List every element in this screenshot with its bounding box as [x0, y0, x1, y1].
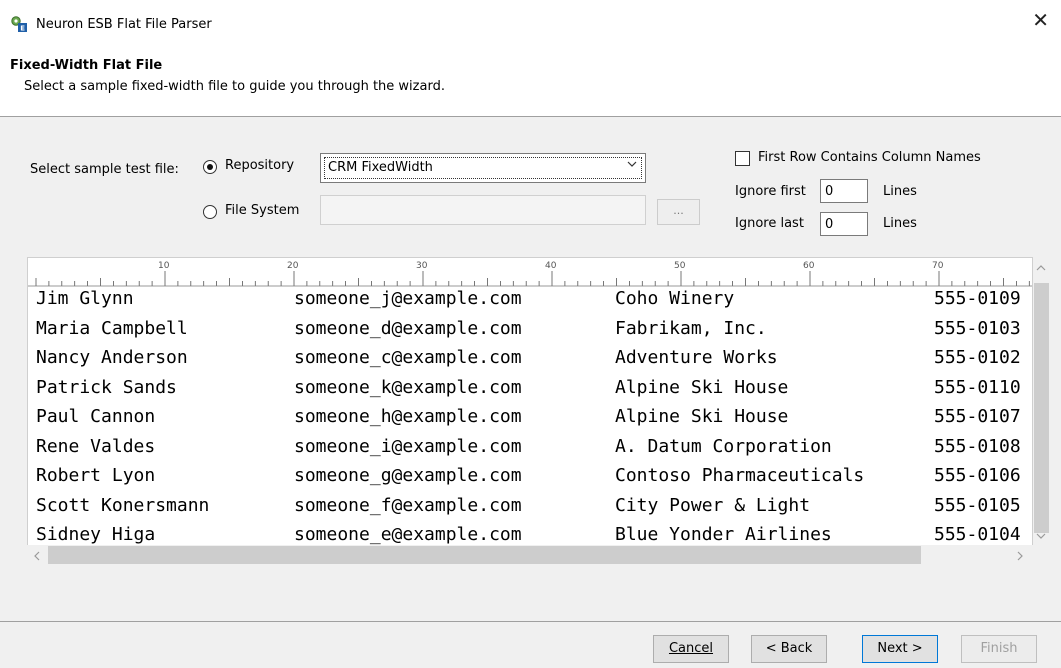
filesystem-label[interactable]: File System [225, 203, 299, 218]
column-ruler[interactable]: 10 20 30 40 50 60 70 [28, 258, 1032, 288]
footer-divider [0, 621, 1061, 622]
first-row-checkbox[interactable] [735, 151, 750, 166]
scroll-down-icon[interactable] [1036, 530, 1046, 543]
lines-label-1: Lines [883, 184, 917, 199]
preview-cell-company: City Power & Light [615, 494, 811, 516]
preview-cell-email: someone_j@example.com [294, 288, 522, 309]
cancel-button[interactable]: Cancel [653, 635, 729, 663]
title-bar: E Neuron ESB Flat File Parser ✕ [0, 0, 1061, 40]
scroll-right-icon[interactable] [1016, 551, 1024, 564]
next-button[interactable]: Next > [862, 635, 938, 663]
preview-cell-phone: 555-0110 [934, 376, 1021, 398]
close-icon[interactable]: ✕ [1032, 10, 1049, 30]
preview-cell-phone: 555-0108 [934, 435, 1021, 457]
preview-cell-name: Scott Konersmann [36, 494, 210, 516]
ignore-last-field[interactable] [825, 214, 865, 234]
ignore-first-label: Ignore first [735, 184, 806, 199]
finish-button-label: Finish [980, 641, 1018, 656]
preview-cell-name: Sidney Higa [36, 524, 156, 545]
preview-text: Jim Glynn someone_j@example.com Coho Winer… [28, 288, 1032, 548]
ruler-label: 30 [416, 261, 428, 271]
preview-cell-phone: 555-0106 [934, 465, 1021, 486]
preview-cell-name: Patrick Sands [36, 376, 177, 398]
preview-cell-phone: 555-0102 [934, 347, 1021, 368]
preview-cell-phone: 555-0105 [934, 494, 1021, 516]
preview-cell-email: someone_i@example.com [294, 435, 522, 457]
scroll-left-icon[interactable] [33, 551, 41, 564]
next-button-label: Next > [877, 641, 923, 656]
ignore-first-input[interactable] [820, 179, 868, 203]
ruler-label: 10 [158, 261, 170, 271]
ruler-label: 60 [803, 261, 815, 271]
preview-cell-name: Nancy Anderson [36, 347, 188, 368]
repository-label[interactable]: Repository [225, 158, 294, 173]
preview-cell-company: Adventure Works [615, 347, 778, 368]
preview-cell-phone: 555-0104 [934, 524, 1021, 545]
preview-cell-phone: 555-0109 [934, 288, 1021, 309]
lines-label-2: Lines [883, 216, 917, 231]
first-row-label[interactable]: First Row Contains Column Names [758, 150, 981, 165]
horizontal-scroll-thumb[interactable] [48, 546, 921, 564]
ruler-label: 50 [674, 261, 686, 271]
select-sample-label: Select sample test file: [30, 162, 179, 177]
ignore-last-label: Ignore last [735, 216, 804, 231]
wizard-header: Fixed-Width Flat File Select a sample fi… [0, 40, 1061, 117]
file-preview[interactable]: 10 20 30 40 50 60 70 Jim Glynn someone_j@exampl… [27, 257, 1033, 567]
vertical-scroll-thumb[interactable] [1034, 283, 1049, 533]
preview-cell-name: Rene Valdes [36, 435, 156, 457]
preview-cell-email: someone_g@example.com [294, 465, 522, 486]
cancel-button-label: Cancel [668, 641, 714, 656]
ignore-last-input[interactable] [820, 212, 868, 236]
preview-cell-phone: 555-0107 [934, 406, 1021, 427]
preview-cell-company: Blue Yonder Airlines [615, 524, 832, 545]
preview-cell-company: Alpine Ski House [615, 406, 789, 427]
filesystem-radio[interactable] [203, 205, 217, 219]
ruler-label: 40 [545, 261, 557, 271]
preview-cell-email: someone_c@example.com [294, 347, 522, 368]
window-title: Neuron ESB Flat File Parser [36, 17, 212, 32]
preview-cell-company: A. Datum Corporation [615, 435, 832, 457]
page-title: Fixed-Width Flat File [10, 58, 163, 73]
ruler-label: 20 [287, 261, 299, 271]
repository-radio[interactable] [203, 160, 217, 174]
preview-cell-company: Alpine Ski House [615, 376, 789, 398]
preview-cell-name: Maria Campbell [36, 317, 188, 339]
scroll-up-icon[interactable] [1036, 262, 1046, 275]
back-button-label: < Back [765, 641, 813, 656]
svg-text:E: E [20, 25, 25, 33]
preview-cell-name: Jim Glynn [36, 288, 134, 309]
ruler-ticks: 10 20 30 40 50 60 70 [28, 261, 1032, 287]
preview-cell-phone: 555-0103 [934, 317, 1021, 339]
preview-cell-email: someone_e@example.com [294, 524, 522, 545]
page-subtitle: Select a sample fixed-width file to guid… [24, 79, 445, 94]
browse-button[interactable]: ... [657, 199, 700, 225]
back-button[interactable]: < Back [751, 635, 827, 663]
preview-cell-company: Fabrikam, Inc. [615, 317, 767, 339]
preview-cell-email: someone_f@example.com [294, 494, 522, 516]
preview-cell-company: Contoso Pharmaceuticals [615, 465, 865, 486]
preview-cell-email: someone_d@example.com [294, 317, 522, 339]
chevron-down-icon [627, 160, 637, 171]
ignore-first-field[interactable] [825, 181, 865, 201]
repository-value: CRM FixedWidth [328, 160, 433, 175]
finish-button: Finish [961, 635, 1037, 663]
preview-cell-name: Robert Lyon [36, 465, 156, 486]
preview-cell-email: someone_h@example.com [294, 406, 522, 427]
gears-icon: E [10, 15, 28, 33]
filesystem-path-input[interactable] [320, 195, 646, 225]
preview-cell-email: someone_k@example.com [294, 376, 522, 398]
repository-dropdown[interactable]: CRM FixedWidth [320, 153, 646, 183]
preview-cell-name: Paul Cannon [36, 406, 156, 427]
ruler-label: 70 [932, 261, 944, 271]
preview-cell-company: Coho Winery [615, 288, 735, 309]
